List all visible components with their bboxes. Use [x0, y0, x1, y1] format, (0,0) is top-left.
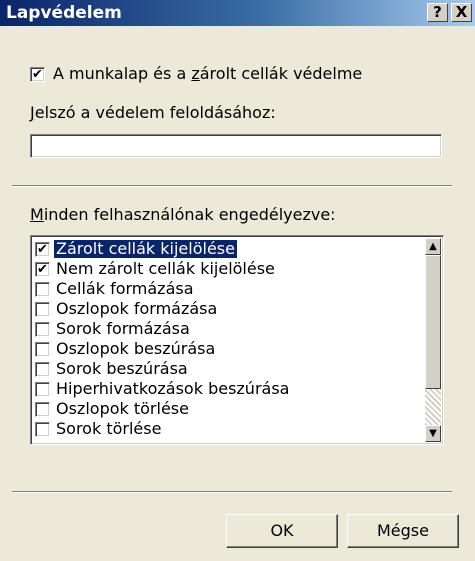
list-item[interactable]: ✔ Zárolt cellák kijelölése: [33, 239, 423, 259]
permission-label: Sorok törlése: [56, 419, 162, 438]
list-item[interactable]: Oszlopok beszúrása: [33, 339, 423, 359]
permission-checkbox[interactable]: ✔: [35, 262, 50, 277]
protect-sheet-checkbox[interactable]: ✔: [30, 67, 45, 82]
permission-checkbox[interactable]: [35, 422, 50, 437]
protect-sheet-label[interactable]: A munkalap és a zárolt cellák védelme: [53, 64, 362, 83]
permission-label: Oszlopok törlése: [56, 399, 189, 418]
list-item[interactable]: Sorok törlése: [33, 419, 423, 439]
list-item[interactable]: Oszlopok formázása: [33, 299, 423, 319]
list-item[interactable]: Sorok formázása: [33, 319, 423, 339]
password-label: Jelszó a védelem feloldásához:: [30, 103, 276, 122]
sheet-protection-dialog: Lapvédelem ? X ✔ A munkalap és a zárolt …: [0, 0, 475, 561]
separator: [12, 491, 452, 493]
list-item[interactable]: Oszlopok törlése: [33, 399, 423, 419]
permissions-listbox[interactable]: ✔ Zárolt cellák kijelölése ✔ Nem zárolt cel…: [30, 235, 444, 445]
scroll-track[interactable]: [425, 389, 441, 425]
list-item[interactable]: Hiperhivatkozások beszúrása: [33, 379, 423, 399]
scroll-down-button[interactable]: ▼: [425, 425, 441, 442]
cancel-button[interactable]: Mégse: [347, 514, 459, 548]
permission-checkbox[interactable]: [35, 382, 50, 397]
permission-label: Cellák formázása: [56, 279, 194, 298]
list-item[interactable]: Sorok beszúrása: [33, 359, 423, 379]
permission-checkbox[interactable]: [35, 362, 50, 377]
title-bar: Lapvédelem ? X: [0, 0, 475, 26]
list-item[interactable]: ✔ Nem zárolt cellák kijelölése: [33, 259, 423, 279]
permission-checkbox[interactable]: [35, 302, 50, 317]
list-item[interactable]: Cellák formázása: [33, 279, 423, 299]
scroll-up-button[interactable]: ▲: [425, 238, 441, 255]
permission-checkbox[interactable]: [35, 402, 50, 417]
scroll-thumb[interactable]: [425, 255, 441, 389]
permission-label: Sorok beszúrása: [56, 359, 188, 378]
vertical-scrollbar[interactable]: ▲ ▼: [425, 238, 441, 442]
permission-label: Oszlopok formázása: [56, 299, 218, 318]
permission-checkbox[interactable]: ✔: [35, 242, 50, 257]
permission-label: Zárolt cellák kijelölése: [53, 239, 238, 259]
password-input[interactable]: [30, 134, 442, 158]
permission-label: Nem zárolt cellák kijelölése: [56, 259, 275, 278]
permission-label: Sorok formázása: [56, 319, 190, 338]
permission-checkbox[interactable]: [35, 322, 50, 337]
permission-checkbox[interactable]: [35, 342, 50, 357]
permission-label: Hiperhivatkozások beszúrása: [56, 379, 290, 398]
dialog-title: Lapvédelem: [6, 3, 122, 23]
permission-label: Oszlopok beszúrása: [56, 339, 216, 358]
permission-checkbox[interactable]: [35, 282, 50, 297]
close-button[interactable]: X: [451, 3, 472, 22]
separator: [12, 185, 452, 187]
ok-button[interactable]: OK: [226, 514, 338, 548]
help-button[interactable]: ?: [427, 3, 448, 22]
allow-list-label: Minden felhasználónak engedélyezve:: [30, 205, 336, 224]
